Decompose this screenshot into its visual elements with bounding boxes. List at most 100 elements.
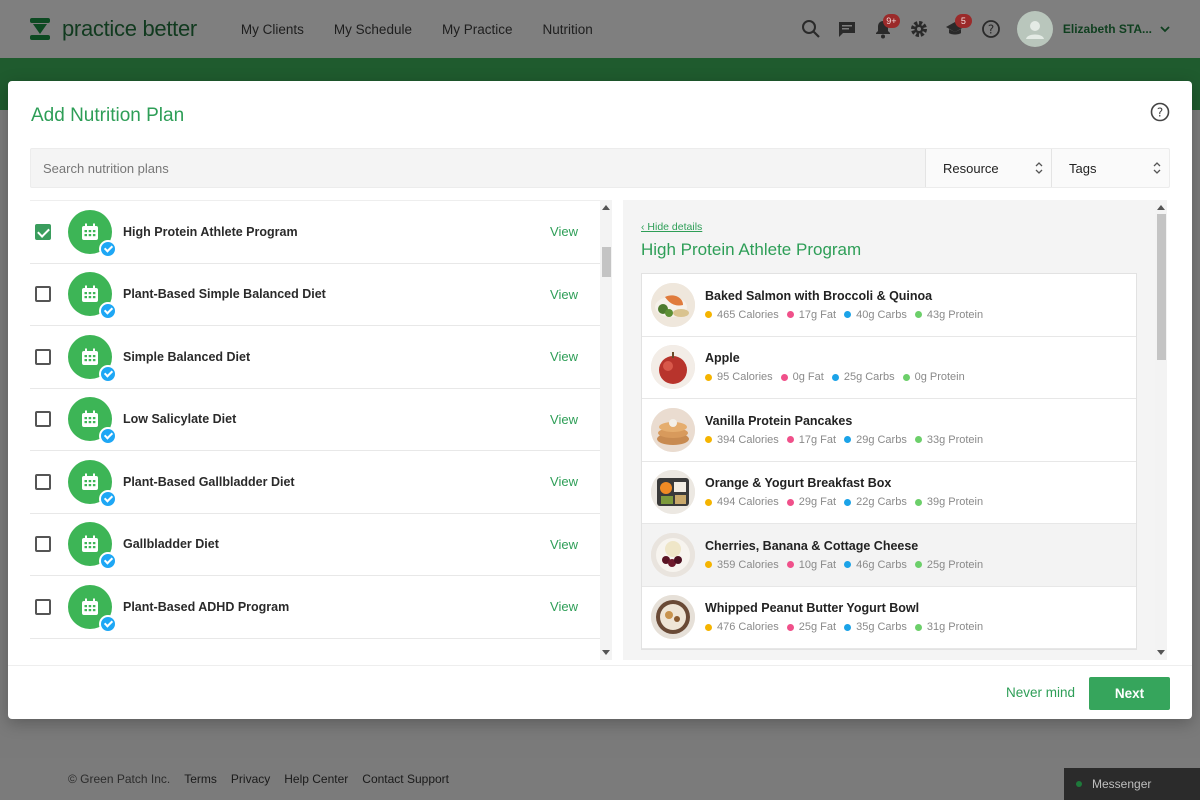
plan-row[interactable]: Plant-Based ADHD Program View <box>30 576 600 639</box>
verified-check-icon <box>99 302 117 321</box>
nav-nutrition[interactable]: Nutrition <box>542 22 592 37</box>
meal-name: Cherries, Banana & Cottage Cheese <box>705 538 919 553</box>
scroll-down-arrow-icon[interactable] <box>1157 650 1165 655</box>
meal-calories: 359 Calories <box>717 558 779 571</box>
carbs-dot-icon <box>844 561 852 569</box>
calendar-plan-icon <box>68 272 117 321</box>
brand-logo[interactable]: practice better <box>30 16 197 42</box>
meal-macros: 465 Calories 17g Fat 40g Carbs 43g Prote… <box>705 309 991 321</box>
plan-row[interactable]: Simple Balanced Diet View <box>30 326 600 389</box>
carbs-dot-icon <box>844 498 852 506</box>
footer-link-contact-support[interactable]: Contact Support <box>362 772 449 786</box>
verified-check-icon <box>99 239 117 258</box>
footer-link-privacy[interactable]: Privacy <box>231 772 270 786</box>
meal-name: Apple <box>705 351 740 366</box>
search-input[interactable] <box>31 149 925 187</box>
plan-checkbox[interactable] <box>35 348 51 365</box>
plan-row[interactable]: Low Salicylate Diet View <box>30 389 600 451</box>
meal-name: Whipped Peanut Butter Yogurt Bowl <box>705 601 920 616</box>
meal-name: Baked Salmon with Broccoli & Quinoa <box>705 288 933 303</box>
plan-checkbox[interactable] <box>35 411 51 428</box>
plan-row-partial[interactable] <box>30 639 600 661</box>
plan-name: Gallbladder Diet <box>123 537 219 552</box>
meal-macros: 359 Calories 10g Fat 46g Carbs 25g Prote… <box>705 559 991 571</box>
scroll-thumb[interactable] <box>1157 214 1166 360</box>
plan-checkbox[interactable] <box>35 598 51 615</box>
plan-checkbox[interactable] <box>35 286 51 303</box>
plan-checkbox[interactable] <box>35 223 51 240</box>
search-icon[interactable] <box>793 11 829 47</box>
scroll-up-arrow-icon[interactable] <box>1157 205 1165 210</box>
view-plan-link[interactable]: View <box>550 224 578 239</box>
next-button[interactable]: Next <box>1089 677 1170 710</box>
messages-icon[interactable] <box>829 11 865 47</box>
logo-mark-icon <box>30 18 50 40</box>
plan-details-panel: ‹ Hide details High Protein Athlete Prog… <box>623 200 1155 660</box>
messenger-button[interactable]: Messenger <box>1064 768 1200 800</box>
user-name[interactable]: Elizabeth STA... <box>1063 22 1152 36</box>
meal-row[interactable]: Orange & Yogurt Breakfast Box 494 Calori… <box>642 462 1136 524</box>
meal-row[interactable]: Cherries, Banana & Cottage Cheese 359 Ca… <box>642 524 1136 587</box>
notifications-badge: 9+ <box>882 14 900 28</box>
plan-name: High Protein Athlete Program <box>123 224 298 239</box>
meal-row[interactable]: Apple 95 Calories 0g Fat 25g Carbs 0g Pr… <box>642 337 1136 399</box>
scroll-thumb[interactable] <box>602 247 611 277</box>
chevron-down-icon[interactable] <box>1160 24 1170 34</box>
settings-gear-icon[interactable] <box>901 11 937 47</box>
meal-carbs: 35g Carbs <box>856 621 907 634</box>
meal-photo-salmon <box>651 282 695 327</box>
view-plan-link[interactable]: View <box>550 412 578 427</box>
view-plan-link[interactable]: View <box>550 349 578 364</box>
view-plan-link[interactable]: View <box>550 287 578 302</box>
scroll-up-arrow-icon[interactable] <box>602 205 610 210</box>
meal-photo-yogurt-bowl <box>651 595 695 640</box>
resource-select[interactable]: Resource <box>925 149 1051 187</box>
tags-select-label: Tags <box>1069 160 1097 176</box>
help-icon[interactable]: ? <box>973 11 1009 47</box>
scroll-down-arrow-icon[interactable] <box>602 650 610 655</box>
nav-actions: 9+ 5 ? Elizabeth STA... <box>793 0 1200 58</box>
meal-photo-pancakes <box>651 407 695 452</box>
hide-details-link[interactable]: ‹ Hide details <box>641 221 702 233</box>
details-title: High Protein Athlete Program <box>641 240 862 259</box>
plan-list-scrollbar[interactable] <box>600 200 612 660</box>
plan-row[interactable]: Plant-Based Simple Balanced Diet View <box>30 264 600 326</box>
carbs-dot-icon <box>831 373 839 381</box>
tags-select[interactable]: Tags <box>1051 149 1169 187</box>
view-plan-link[interactable]: View <box>550 599 578 614</box>
footer-link-terms[interactable]: Terms <box>184 772 217 786</box>
view-plan-link[interactable]: View <box>550 537 578 552</box>
details-scrollbar[interactable] <box>1155 200 1167 660</box>
calendar-plan-icon <box>68 459 117 508</box>
nav-my-clients[interactable]: My Clients <box>241 22 304 37</box>
nav-my-schedule[interactable]: My Schedule <box>334 22 412 37</box>
plan-row[interactable]: Plant-Based Gallbladder Diet View <box>30 451 600 514</box>
plan-row[interactable]: High Protein Athlete Program View <box>30 201 600 264</box>
search-bar: Resource Tags <box>30 148 1170 188</box>
protein-dot-icon <box>914 498 922 506</box>
calendar-plan-icon <box>68 584 117 633</box>
meal-fat: 29g Fat <box>798 496 837 509</box>
meal-list: Baked Salmon with Broccoli & Quinoa 465 … <box>641 273 1137 650</box>
notifications-bell-icon[interactable]: 9+ <box>865 11 901 47</box>
nav-my-practice[interactable]: My Practice <box>442 22 513 37</box>
help-icon[interactable]: ? <box>1150 102 1170 122</box>
plan-row[interactable]: Gallbladder Diet View <box>30 514 600 576</box>
verified-check-icon <box>99 427 117 446</box>
view-plan-link[interactable]: View <box>550 474 578 489</box>
meal-calories: 394 Calories <box>717 433 779 446</box>
meal-row[interactable]: Vanilla Protein Pancakes 394 Calories 17… <box>642 399 1136 462</box>
user-avatar[interactable] <box>1016 11 1053 47</box>
calories-dot-icon <box>705 311 712 319</box>
meal-row[interactable]: Whipped Peanut Butter Yogurt Bowl 476 Ca… <box>642 587 1136 649</box>
meal-fat: 25g Fat <box>798 621 837 634</box>
plan-checkbox[interactable] <box>35 473 51 490</box>
calories-dot-icon <box>705 623 712 631</box>
footer-link-help-center[interactable]: Help Center <box>284 772 348 786</box>
never-mind-button[interactable]: Never mind <box>1006 685 1075 700</box>
meal-row[interactable]: Baked Salmon with Broccoli & Quinoa 465 … <box>642 274 1136 337</box>
meal-macros: 494 Calories 29g Fat 22g Carbs 39g Prote… <box>705 496 991 508</box>
learning-cap-icon[interactable]: 5 <box>937 11 973 47</box>
verified-check-icon <box>99 614 117 633</box>
plan-checkbox[interactable] <box>35 536 51 553</box>
